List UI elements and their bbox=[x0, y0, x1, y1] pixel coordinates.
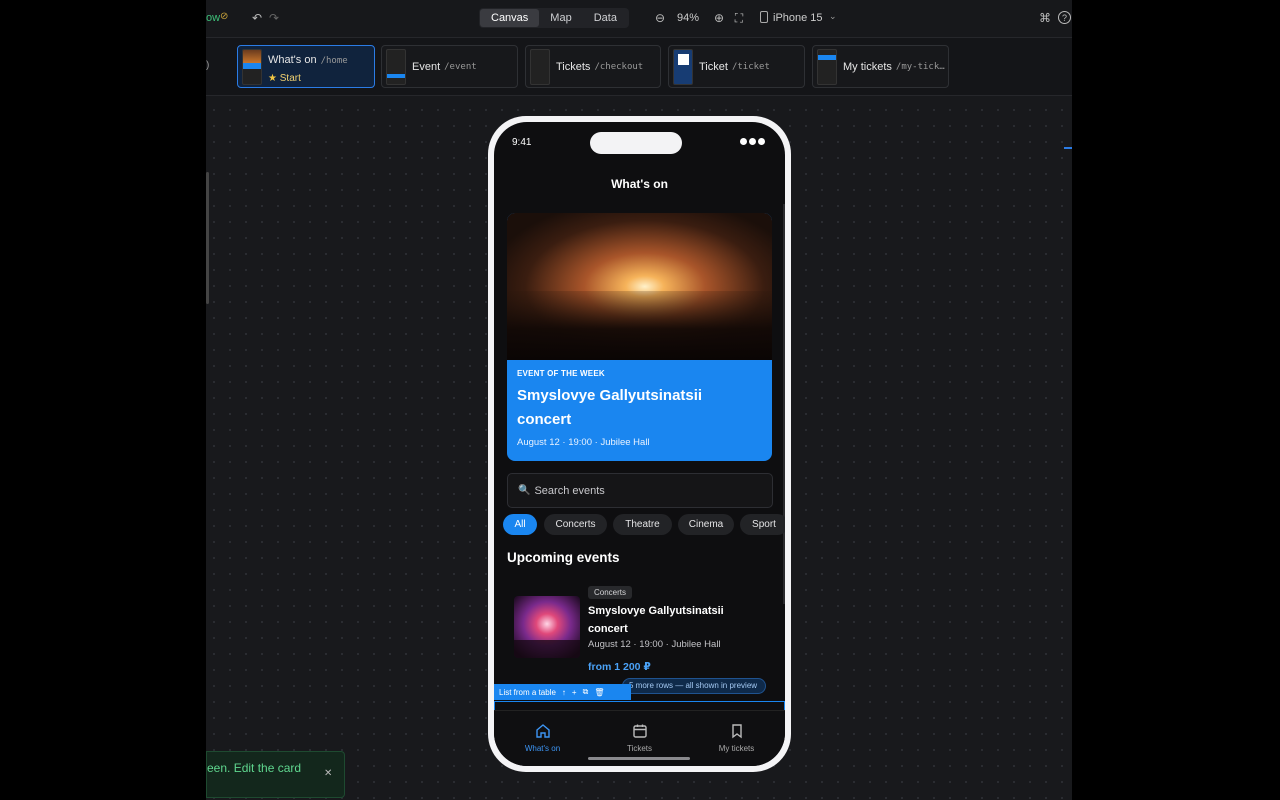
chevron-down-icon[interactable]: ⌄ bbox=[829, 11, 837, 22]
tab-label: Tickets bbox=[626, 744, 653, 753]
chip-sport[interactable]: Sport bbox=[740, 514, 785, 535]
device-selector[interactable]: iPhone 15 bbox=[773, 12, 823, 24]
duplicate-icon[interactable]: ⧉ bbox=[583, 687, 589, 697]
tab-tickets[interactable]: Tickets bbox=[591, 711, 688, 753]
chip-cinema[interactable]: Cinema bbox=[678, 514, 734, 535]
zoom-in-icon[interactable]: ⊕ bbox=[712, 10, 726, 26]
route-strip-edge: ) bbox=[206, 60, 210, 71]
route-name: Tickets bbox=[556, 60, 591, 73]
fit-screen-icon[interactable]: ⛶ bbox=[732, 10, 746, 26]
route-thumbnail bbox=[673, 48, 693, 85]
hero-meta: August 12 · 19:00 · Jubilee Hall bbox=[517, 437, 650, 448]
chip-theatre[interactable]: Theatre bbox=[613, 514, 672, 535]
toast-text: een. Edit the card bbox=[207, 761, 302, 775]
event-thumbnail bbox=[514, 596, 580, 658]
route-path: /checkout bbox=[594, 61, 644, 72]
event-meta: August 12 · 19:00 · Jubilee Hall bbox=[588, 639, 721, 650]
list-component-toolbar[interactable]: List from a table ↑ + ⧉ 🗑 bbox=[494, 684, 631, 700]
undo-icon[interactable]: ↶ bbox=[250, 10, 264, 26]
top-toolbar: ow ⊘ ↶ ↷ bbox=[206, 0, 1072, 38]
category-badge: Concerts bbox=[588, 586, 633, 599]
zoom-level: 94% bbox=[677, 12, 700, 24]
device-icon bbox=[760, 11, 768, 23]
search-input[interactable]: 🔍 Search events bbox=[507, 473, 773, 508]
section-title: Upcoming events bbox=[507, 550, 620, 565]
status-time: 9:41 bbox=[512, 137, 532, 148]
concert-image bbox=[507, 213, 772, 360]
chip-concerts[interactable]: Concerts bbox=[544, 514, 607, 535]
hero-title-line-2: concert bbox=[517, 411, 572, 428]
bookmark-icon bbox=[731, 724, 742, 739]
hero-kicker: EVENT OF THE WEEK bbox=[517, 369, 605, 378]
start-label: Start bbox=[279, 72, 301, 84]
add-icon[interactable]: + bbox=[572, 688, 577, 697]
route-name: Event bbox=[412, 60, 441, 73]
rows-note-text: 5 more rows — all shown in preview bbox=[629, 681, 758, 690]
route-thumbnail bbox=[530, 48, 550, 85]
close-icon[interactable]: ✕ bbox=[324, 768, 332, 779]
event-list-item[interactable]: Concerts Smyslovye Gallyutsinatsii conce… bbox=[507, 584, 777, 674]
calendar-icon bbox=[632, 724, 647, 738]
event-title-line-1: Smyslovye Gallyutsinatsii bbox=[588, 605, 724, 617]
tab-my-tickets[interactable]: My tickets bbox=[688, 711, 785, 753]
search-icon: 🔍 bbox=[518, 485, 531, 496]
route-name: Ticket bbox=[699, 60, 728, 73]
tab-map[interactable]: Map bbox=[539, 9, 582, 27]
route-card-ticket[interactable]: Ticket/ticket bbox=[668, 45, 805, 88]
help-icon[interactable]: ? bbox=[1058, 11, 1071, 24]
dynamic-island bbox=[590, 132, 682, 154]
status-signal-icon bbox=[740, 138, 765, 145]
screen-scrollbar[interactable] bbox=[783, 204, 785, 604]
toast-notification: een. Edit the card ✕ bbox=[206, 751, 345, 798]
event-price: from 1 200 ₽ bbox=[588, 661, 651, 673]
route-thumbnail bbox=[386, 48, 406, 85]
chip-all[interactable]: All bbox=[503, 514, 537, 535]
left-scrollbar[interactable] bbox=[206, 172, 209, 304]
home-icon bbox=[535, 724, 550, 738]
route-name: My tickets bbox=[843, 60, 892, 73]
route-strip: ) What's on/home ★ Start Event/event Tic… bbox=[206, 38, 1072, 96]
tab-data[interactable]: Data bbox=[583, 9, 628, 27]
route-path: /event bbox=[444, 61, 477, 72]
trash-icon[interactable]: 🗑 bbox=[594, 688, 604, 697]
route-path: /home bbox=[320, 55, 348, 66]
route-name: What's on bbox=[268, 53, 317, 66]
route-thumbnail bbox=[242, 48, 262, 85]
event-title-line-2: concert bbox=[588, 623, 628, 635]
route-card-my-tickets[interactable]: My tickets/my-tick… bbox=[812, 45, 949, 88]
redo-icon[interactable]: ↷ bbox=[267, 10, 281, 26]
tab-canvas[interactable]: Canvas bbox=[480, 9, 540, 27]
hero-title-line-1: Smyslovye Gallyutsinatsii bbox=[517, 387, 703, 404]
component-label: List from a table bbox=[499, 687, 556, 697]
tab-whats-on[interactable]: What's on bbox=[494, 711, 591, 753]
star-icon: ★ bbox=[268, 72, 277, 84]
view-switcher: Canvas Map Data bbox=[479, 8, 629, 28]
route-path: /ticket bbox=[731, 61, 770, 72]
phone-screen: 9:41 What's on EVENT OF THE WEEK Smyslov… bbox=[494, 122, 785, 766]
tab-label: My tickets bbox=[718, 744, 755, 753]
tab-bar: What's on Tickets My tickets bbox=[494, 710, 785, 766]
route-card-checkout[interactable]: Tickets/checkout bbox=[525, 45, 661, 88]
eye-off-icon[interactable]: ⊘ bbox=[220, 11, 228, 22]
move-up-icon[interactable]: ↑ bbox=[562, 688, 566, 697]
route-path: /my-tick… bbox=[895, 61, 945, 72]
route-thumbnail bbox=[817, 48, 837, 85]
toolbar-left-label[interactable]: ow bbox=[206, 12, 220, 24]
search-placeholder: Search events bbox=[534, 484, 605, 497]
event-of-week-card[interactable]: EVENT OF THE WEEK Smyslovye Gallyutsinat… bbox=[507, 213, 772, 461]
home-indicator bbox=[588, 757, 690, 760]
command-icon[interactable]: ⌘ bbox=[1038, 10, 1052, 26]
route-card-event[interactable]: Event/event bbox=[381, 45, 518, 88]
rows-note: 5 more rows — all shown in preview bbox=[622, 678, 767, 694]
tab-label: What's on bbox=[524, 744, 561, 753]
zoom-out-icon[interactable]: ⊖ bbox=[653, 10, 667, 26]
route-card-home[interactable]: What's on/home ★ Start bbox=[237, 45, 375, 88]
screen-title: What's on bbox=[611, 177, 668, 191]
right-scroll-marker bbox=[1064, 147, 1072, 149]
